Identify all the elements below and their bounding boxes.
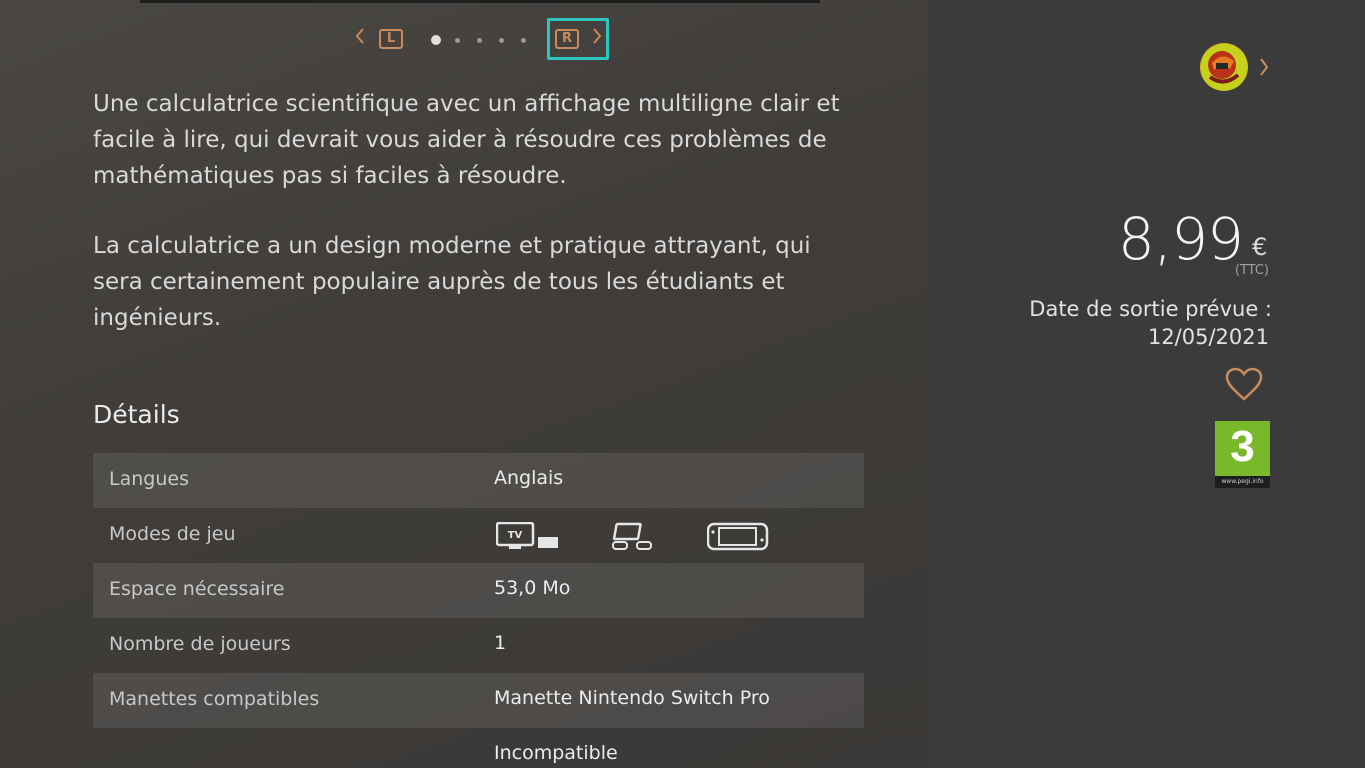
pegi-url: www.pegi.info — [1221, 478, 1264, 485]
details-row-languages: Langues Anglais — [93, 453, 864, 508]
details-value: Anglais — [494, 467, 564, 489]
pegi-rating-number: 3 — [1230, 422, 1255, 471]
description-panel: L R Une calculatrice scientifique avec u… — [0, 0, 928, 768]
details-value: Manette Nintendo Switch Pro — [494, 687, 770, 709]
pager-dot — [455, 38, 460, 43]
details-row-controllers: Manettes compatibles Manette Nintendo Sw… — [93, 673, 864, 728]
pager-dot — [477, 38, 482, 43]
wishlist-heart-icon[interactable] — [1224, 366, 1264, 406]
details-heading: Détails — [93, 400, 180, 429]
pager-dot-active — [431, 35, 441, 45]
release-date-label: Date de sortie prévue : — [1029, 297, 1272, 321]
description-line: La calculatrice a un design moderne et p… — [93, 233, 811, 259]
details-value: Incompatible — [494, 742, 618, 764]
left-bumper-icon[interactable]: L — [379, 29, 403, 49]
chevron-right-icon[interactable] — [1258, 57, 1270, 81]
header-edge — [140, 0, 820, 3]
description-line: sera certainement populaire auprès de to… — [93, 269, 785, 295]
details-table: Langues Anglais Modes de jeu TV Espace n… — [93, 453, 864, 768]
description-line: Une calculatrice scientifique avec un af… — [93, 91, 840, 117]
avatar-icon — [1201, 44, 1247, 90]
description-line: ingénieurs. — [93, 305, 222, 331]
details-row-storage: Espace nécessaire 53,0 Mo — [93, 563, 864, 618]
description-paragraph-2: La calculatrice a un design moderne et p… — [93, 228, 883, 336]
tv-mode-icon: TV — [495, 521, 558, 556]
pegi-rating-badge: 3 www.pegi.info — [1215, 421, 1270, 488]
purchase-panel — [928, 0, 1365, 768]
release-date-value: 12/05/2021 — [1147, 325, 1269, 349]
details-row-play-modes: Modes de jeu TV — [93, 508, 864, 563]
right-bumper-icon[interactable]: R — [555, 29, 579, 49]
tax-note: (TTC) — [1234, 263, 1269, 278]
details-value: 53,0 Mo — [494, 577, 571, 599]
screenshot-pager: L R — [350, 18, 620, 60]
chevron-left-icon[interactable] — [354, 27, 366, 45]
tv-label: TV — [508, 530, 523, 541]
details-label: Nombre de joueurs — [109, 633, 291, 655]
pager-dot — [521, 38, 526, 43]
price-value: 8,99 — [1117, 205, 1244, 273]
details-row-players: Nombre de joueurs 1 — [93, 618, 864, 673]
description-paragraph-1: Une calculatrice scientifique avec un af… — [93, 86, 883, 194]
price-currency: € — [1252, 233, 1268, 261]
details-label: Langues — [109, 468, 189, 490]
description-line: mathématiques pas si faciles à résoudre. — [93, 163, 567, 189]
tabletop-mode-icon — [611, 522, 655, 556]
details-value: 1 — [494, 632, 507, 654]
pager-dot — [499, 38, 504, 43]
description-line: facile à lire, qui devrait vous aider à … — [93, 127, 827, 153]
handheld-mode-icon — [706, 522, 769, 556]
details-label: Modes de jeu — [109, 523, 236, 545]
user-avatar[interactable] — [1200, 43, 1248, 91]
chevron-right-icon[interactable] — [591, 27, 603, 45]
details-label: Manettes compatibles — [109, 688, 320, 710]
details-row-controllers-continued: Incompatible — [93, 728, 864, 768]
details-label: Espace nécessaire — [109, 578, 285, 600]
